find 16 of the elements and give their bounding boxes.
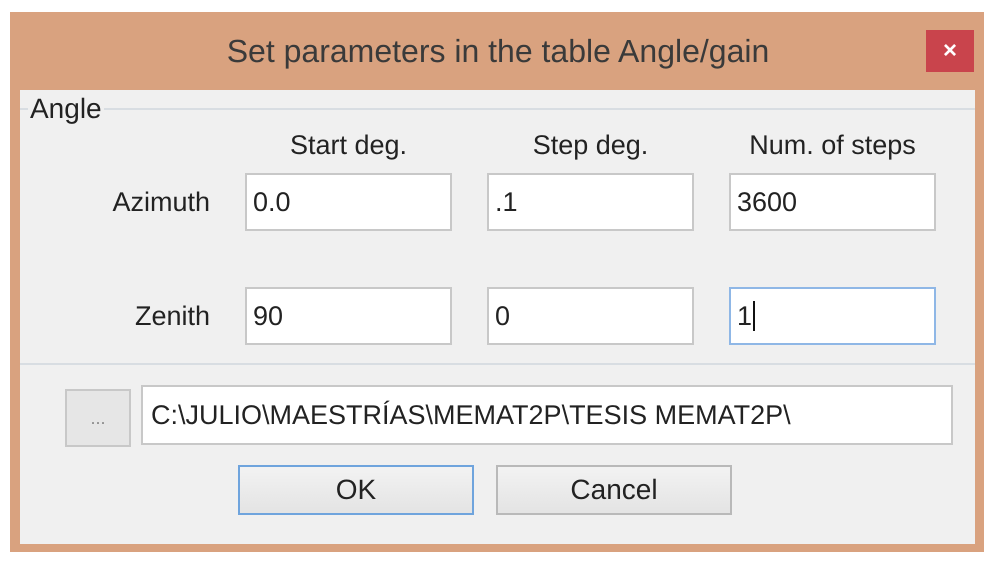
- column-header: Step deg.: [532, 129, 650, 162]
- ok-button[interactable]: OK: [238, 465, 474, 515]
- cancel-button[interactable]: Cancel: [496, 465, 732, 515]
- column-header: Num. of steps: [748, 129, 917, 162]
- input-field[interactable]: .1: [487, 173, 694, 231]
- input-field[interactable]: 0: [487, 287, 694, 345]
- input-field[interactable]: 1: [729, 287, 936, 345]
- input-field[interactable]: 0.0: [245, 173, 452, 231]
- row-label: Zenith: [134, 300, 210, 332]
- input-field[interactable]: 90: [245, 287, 452, 345]
- input-field[interactable]: 3600: [729, 173, 936, 231]
- close-button[interactable]: ×: [926, 30, 974, 72]
- column-header: Start deg.: [288, 129, 408, 162]
- window-title: Set parameters in the table Angle/gain: [226, 32, 770, 70]
- row-label: Azimuth: [111, 186, 210, 218]
- path-field[interactable]: C:\JULIO\MAESTRÍAS\MEMAT2P\TESIS MEMAT2P\: [141, 385, 953, 445]
